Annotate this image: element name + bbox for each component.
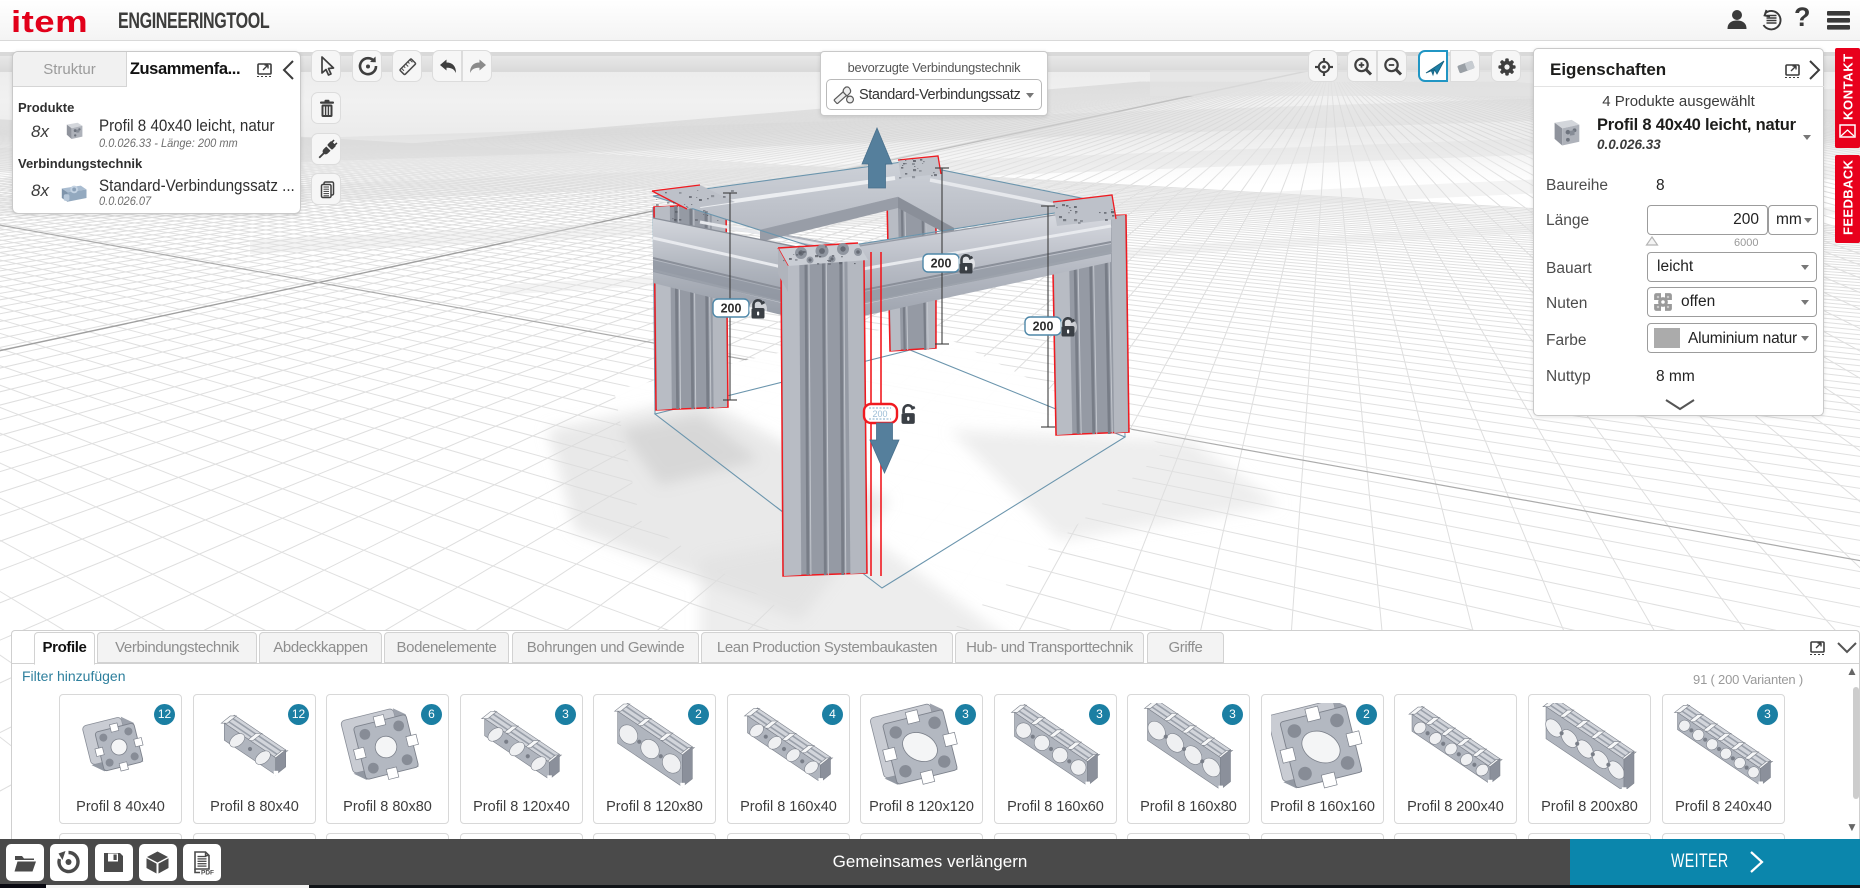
svg-text:FEEDBACK: FEEDBACK [1841,159,1856,235]
svg-text:200: 200 [931,257,952,271]
svg-text:200: 200 [872,409,887,419]
svg-text:200: 200 [721,302,742,316]
svg-text:200: 200 [1033,320,1054,334]
svg-text:KONTAKT: KONTAKT [1841,53,1856,120]
